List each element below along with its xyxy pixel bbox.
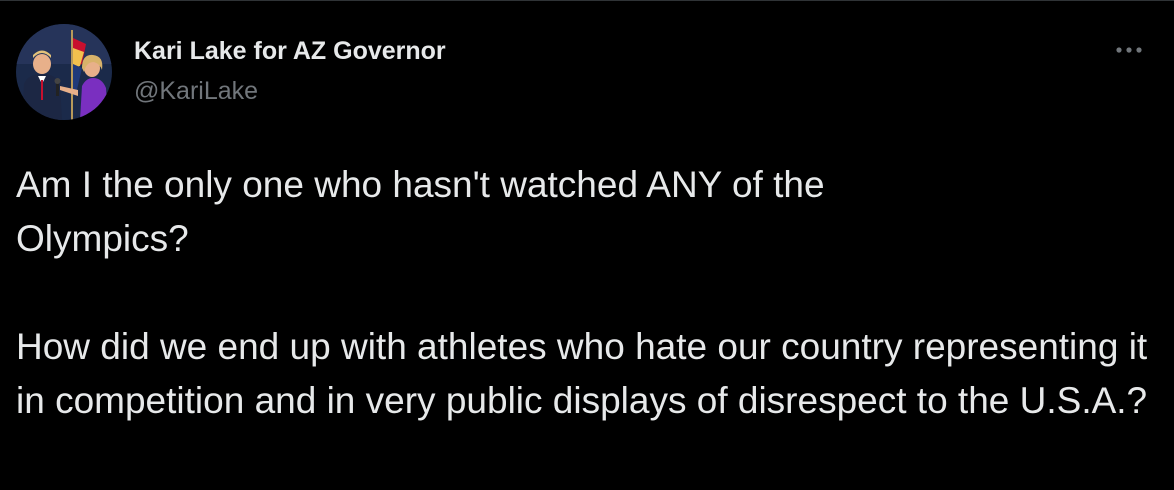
author-display-name[interactable]: Kari Lake for AZ Governor: [134, 36, 446, 66]
tweet-paragraph: How did we end up with athletes who hate…: [16, 326, 1148, 421]
more-horizontal-icon: [1116, 47, 1142, 53]
tweet-paragraph: Am I the only one who hasn't watched ANY…: [16, 164, 825, 259]
divider: [0, 0, 1174, 1]
avatar[interactable]: [16, 24, 112, 120]
tweet-card: Kari Lake for AZ Governor @KariLake Am I…: [0, 0, 1174, 490]
tweet-header: Kari Lake for AZ Governor @KariLake: [134, 36, 446, 106]
author-handle[interactable]: @KariLake: [134, 76, 446, 106]
tweet-body: Am I the only one who hasn't watched ANY…: [16, 158, 1156, 428]
more-options-button[interactable]: [1107, 36, 1151, 64]
profile-photo: [16, 24, 112, 120]
